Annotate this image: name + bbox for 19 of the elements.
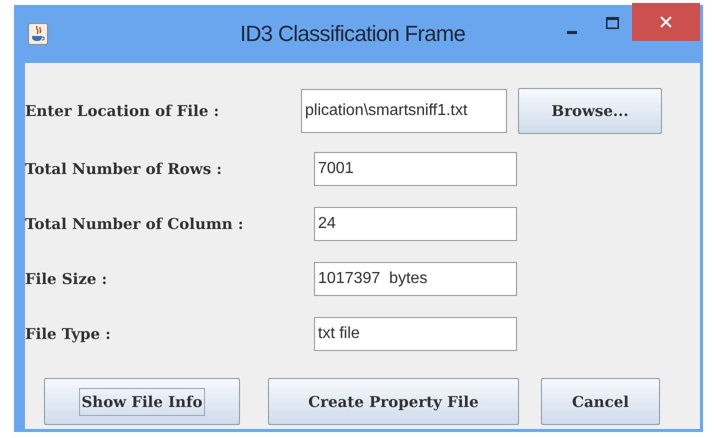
text-field[interactable]: plication\smartsniff1.txt <box>301 89 507 133</box>
field-label: Total Number of Rows : <box>25 160 223 178</box>
java-cup-icon <box>28 23 48 45</box>
field-label: Enter Location of File : <box>25 102 220 120</box>
minimize-icon <box>567 31 577 35</box>
field-label: File Size : <box>25 270 108 288</box>
text-field[interactable]: 24 <box>314 206 517 240</box>
browse-button[interactable]: Browse... <box>518 88 662 134</box>
window-title: ID3 Classification Frame <box>240 21 466 47</box>
field-label: Total Number of Column : <box>25 214 244 232</box>
maximize-icon <box>606 17 618 29</box>
text-field[interactable]: 1017397 bytes <box>314 262 517 296</box>
text-field[interactable]: 7001 <box>314 152 517 186</box>
action-button[interactable]: Cancel <box>541 378 660 425</box>
action-button[interactable]: Create Property File <box>268 378 519 425</box>
field-label: File Type : <box>25 324 112 342</box>
text-field[interactable]: txt file <box>314 316 517 350</box>
close-icon <box>660 16 672 28</box>
action-button[interactable]: Show File Info <box>44 378 240 425</box>
